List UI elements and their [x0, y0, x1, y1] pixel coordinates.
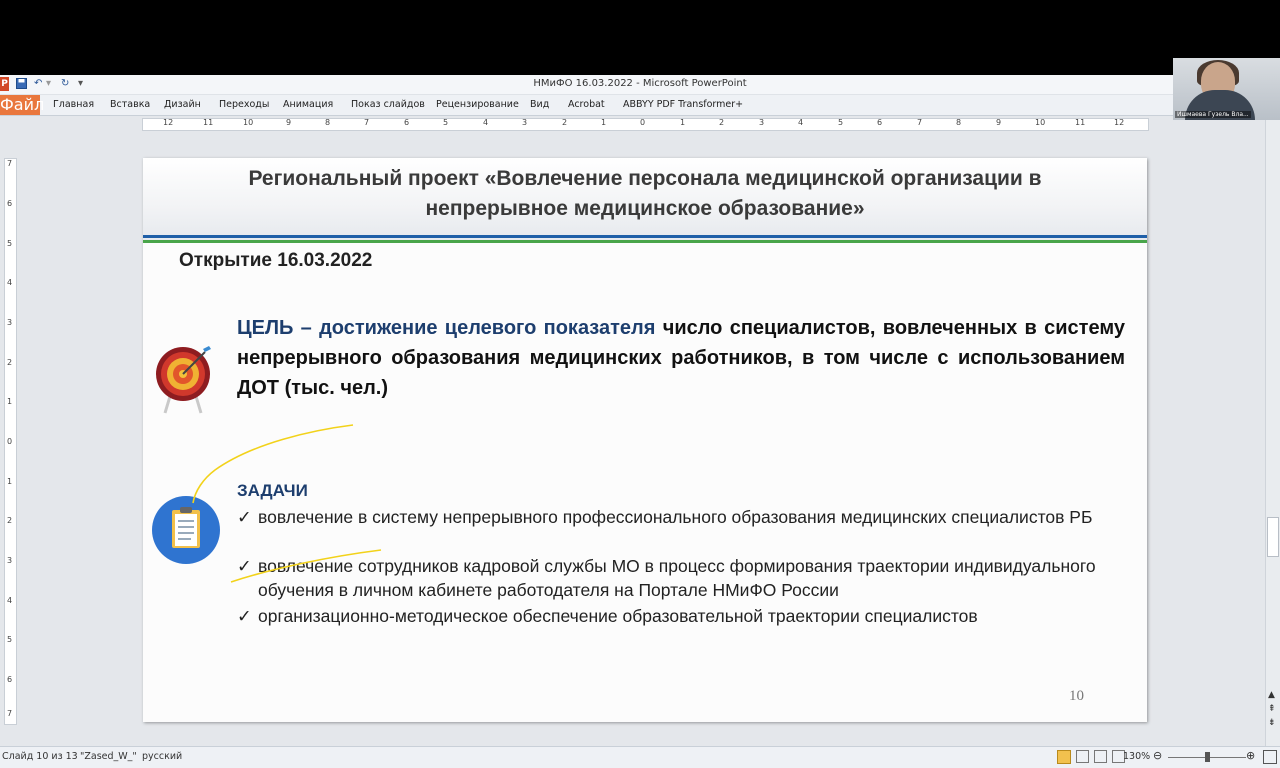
ruler-tick: 7: [7, 709, 13, 718]
ruler-tick: 2: [719, 118, 725, 127]
ruler-tick: 3: [7, 318, 13, 327]
next-slide-icon[interactable]: ⇟: [1268, 718, 1276, 728]
ruler-tick: 5: [838, 118, 844, 127]
participant-name: Ишмаева Гузель Вла...: [1175, 111, 1251, 118]
ruler-tick: 9: [996, 118, 1002, 127]
ruler-tick: 4: [7, 596, 13, 605]
scroll-up-icon[interactable]: ▲: [1268, 690, 1275, 700]
previous-slide-icon[interactable]: ⇞: [1268, 704, 1276, 714]
zoom-in-icon[interactable]: ⊕: [1246, 749, 1255, 762]
ruler-tick: 1: [7, 397, 13, 406]
tab-transitions[interactable]: Переходы: [219, 98, 269, 112]
title-bar: P ↶ ▾ ↻ ▾ НМиФО 16.03.2022 - Microsoft P…: [0, 75, 1280, 95]
ruler-tick: 5: [7, 635, 13, 644]
vertical-ruler[interactable]: 7 6 5 4 3 2 1 0 1 2 3 4 5 6 7: [4, 158, 17, 725]
ruler-tick: 12: [163, 118, 174, 127]
zoom-slider-thumb[interactable]: [1205, 752, 1210, 762]
ruler-tick: 6: [7, 675, 13, 684]
tab-home[interactable]: Главная: [53, 98, 94, 112]
tab-view[interactable]: Вид: [530, 98, 549, 112]
ruler-tick: 1: [680, 118, 686, 127]
status-bar: Слайд 10 из 13 "Zased_W_" русский 130% ⊖…: [0, 746, 1280, 768]
vertical-scrollbar[interactable]: [1265, 116, 1280, 746]
ruler-tick: 3: [7, 556, 13, 565]
ruler-tick: 6: [877, 118, 883, 127]
slide-sorter-view-icon[interactable]: [1076, 750, 1089, 763]
screen-top-area: [0, 0, 1280, 75]
ruler-tick: 9: [286, 118, 292, 127]
zoom-level[interactable]: 130%: [1123, 751, 1150, 762]
ruler-tick: 7: [364, 118, 370, 127]
horizontal-ruler[interactable]: 12 11 10 9 8 7 6 5 4 3 2 1 0 1 2 3 4 5 6…: [142, 118, 1149, 131]
ruler-tick: 3: [522, 118, 528, 127]
tab-file[interactable]: Файл: [0, 95, 44, 115]
slide-page-number: 10: [1069, 688, 1084, 704]
scrollbar-thumb[interactable]: [1267, 517, 1279, 557]
webcam-thumbnail: Ишмаева Гузель Вла...: [1173, 58, 1280, 120]
ruler-tick: 10: [243, 118, 254, 127]
zoom-out-icon[interactable]: ⊖: [1153, 749, 1162, 762]
tab-design[interactable]: Дизайн: [164, 98, 201, 112]
ruler-tick: 2: [7, 516, 13, 525]
language-indicator[interactable]: русский: [142, 751, 182, 762]
tab-animation[interactable]: Анимация: [283, 98, 333, 112]
ruler-tick: 0: [7, 437, 13, 446]
ruler-tick: 0: [640, 118, 646, 127]
ruler-tick: 6: [404, 118, 410, 127]
ruler-tick: 12: [1114, 118, 1125, 127]
ruler-tick: 1: [601, 118, 607, 127]
ruler-tick: 4: [798, 118, 804, 127]
tab-review[interactable]: Рецензирование: [436, 98, 519, 112]
ruler-tick: 11: [203, 118, 214, 127]
slide-counter: Слайд 10 из 13: [2, 751, 78, 762]
ruler-tick: 10: [1035, 118, 1046, 127]
tab-abbyy[interactable]: ABBYY PDF Transformer+: [623, 98, 743, 112]
tab-slideshow[interactable]: Показ слайдов: [351, 98, 425, 112]
fit-to-window-icon[interactable]: [1263, 750, 1277, 764]
ruler-tick: 8: [325, 118, 331, 127]
tab-acrobat[interactable]: Acrobat: [568, 98, 605, 112]
ruler-tick: 4: [7, 278, 13, 287]
ribbon-tabs: Файл Главная Вставка Дизайн Переходы Ани…: [0, 95, 1280, 116]
ruler-tick: 6: [7, 199, 13, 208]
ruler-tick: 7: [917, 118, 923, 127]
ruler-tick: 2: [562, 118, 568, 127]
ruler-tick: 2: [7, 358, 13, 367]
ruler-tick: 1: [7, 477, 13, 486]
ruler-tick: 7: [7, 159, 13, 168]
tab-insert[interactable]: Вставка: [110, 98, 150, 112]
theme-name[interactable]: "Zased_W_": [80, 751, 137, 762]
ruler-tick: 3: [759, 118, 765, 127]
reading-view-icon[interactable]: [1094, 750, 1107, 763]
ruler-tick: 5: [443, 118, 449, 127]
normal-view-icon[interactable]: [1057, 750, 1071, 764]
ruler-tick: 4: [483, 118, 489, 127]
ruler-tick: 5: [7, 239, 13, 248]
ruler-tick: 11: [1075, 118, 1086, 127]
window-title: НМиФО 16.03.2022 - Microsoft PowerPoint: [533, 78, 747, 89]
pen-annotation: [192, 424, 382, 583]
ruler-tick: 8: [956, 118, 962, 127]
slide-canvas[interactable]: Региональный проект «Вовлечение персонал…: [143, 158, 1147, 722]
